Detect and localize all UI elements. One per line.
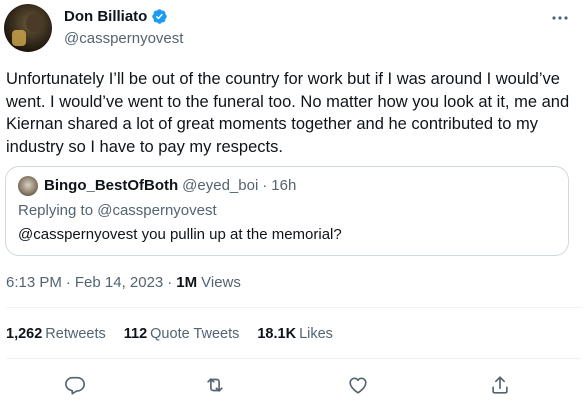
tweet-meta: 6:13 PM · Feb 14, 2023 · 1M Views [6,274,241,291]
avatar-detail [12,30,26,46]
tweet-date[interactable]: Feb 14, 2023 [75,274,163,291]
author-name-row: Don Billiato [64,8,168,25]
author-display-name[interactable]: Don Billiato [64,8,147,25]
meta-separator: · [65,274,71,291]
quoted-author-name: Bingo_BestOfBoth [44,177,179,194]
quote-tweets-count: 112 [123,326,148,342]
retweet-button[interactable] [202,372,228,398]
likes-label: Likes [299,326,333,342]
like-button[interactable] [345,372,371,398]
divider [6,307,581,308]
tweet-card: Don Billiato @casspernyovest Unfortunate… [0,0,587,402]
meta-separator-2: · [167,274,173,291]
share-icon [489,374,511,396]
author-avatar[interactable] [4,4,52,52]
quote-tweets-label: Quote Tweets [150,326,240,342]
action-bar [0,372,587,398]
tweet-time[interactable]: 6:13 PM [6,274,62,291]
quoted-author-avatar [18,176,38,196]
reply-button[interactable] [62,372,88,398]
tweet-text: Unfortunately I’ll be out of the country… [6,70,570,156]
retweets-label: Retweets [45,326,106,342]
quoted-tweet-header: Bingo_BestOfBoth @eyed_boi · 16h [44,177,296,194]
quoted-separator: · [262,177,268,194]
more-options-icon[interactable] [548,8,572,28]
quoted-replying-to: Replying to @casspernyovest [18,202,217,219]
retweets-count: 1,262 [6,326,43,342]
heart-icon [347,374,369,396]
quoted-tweet[interactable]: Bingo_BestOfBoth @eyed_boi · 16h Replyin… [5,166,569,256]
engagement-stats: 1,262 Retweets 112 Quote Tweets 18.1K Likes [6,326,333,342]
views-label: Views [201,274,241,291]
divider [6,358,581,359]
author-handle[interactable]: @casspernyovest [64,30,183,47]
replying-to-handle: @casspernyovest [97,202,217,219]
quoted-tweet-text: @casspernyovest you pullin up at the mem… [18,226,342,243]
likes-stat[interactable]: 18.1K Likes [257,326,333,342]
replying-to-label: Replying to [18,202,94,219]
quoted-author-handle: @eyed_boi [182,177,259,194]
verified-badge-icon[interactable] [151,8,168,25]
quoted-time-ago: 16h [271,177,297,194]
retweet-icon [204,374,226,396]
avatar-face [26,14,42,32]
views-count: 1M [176,274,198,291]
retweets-stat[interactable]: 1,262 Retweets [6,326,106,342]
reply-icon [64,374,86,396]
quote-tweets-stat[interactable]: 112 Quote Tweets [124,326,240,342]
likes-count: 18.1K [257,326,297,342]
share-button[interactable] [487,372,513,398]
